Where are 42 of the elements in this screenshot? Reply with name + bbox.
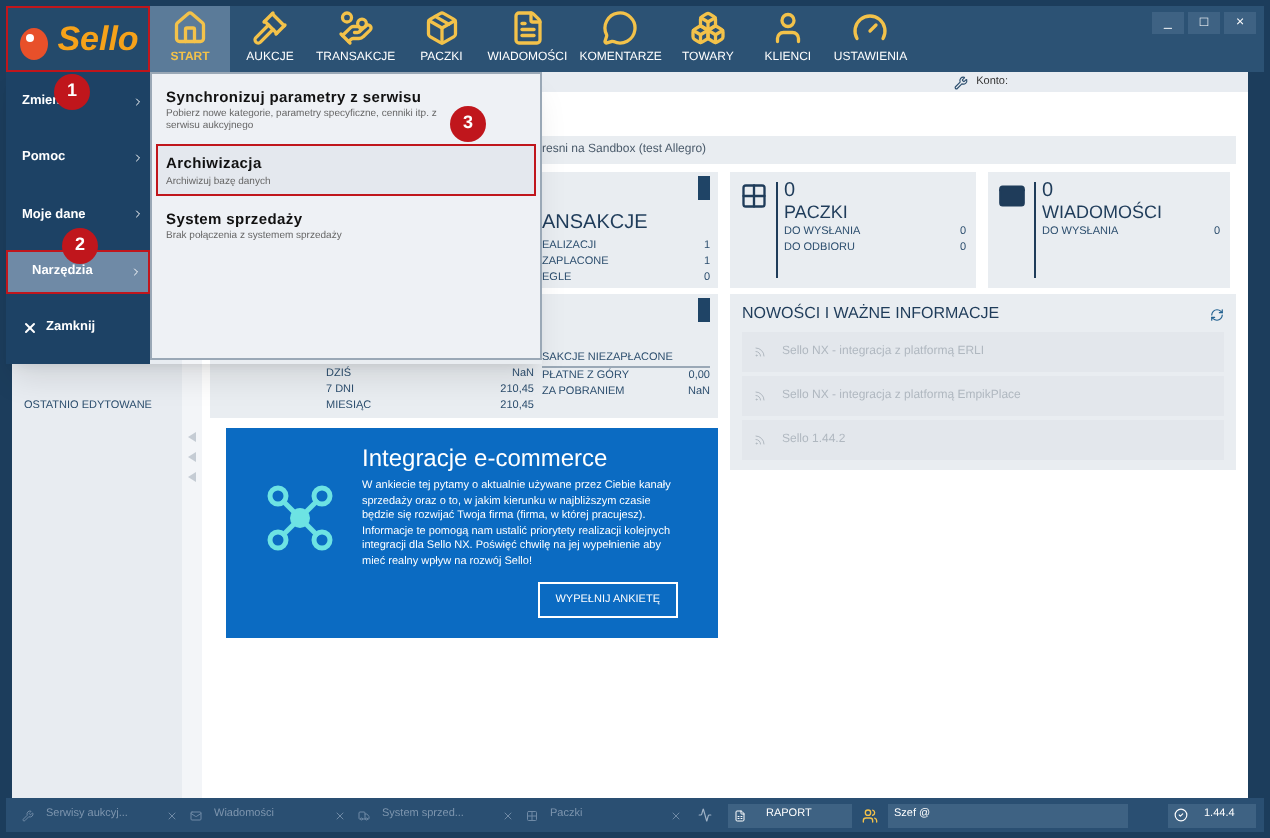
rss-icon bbox=[754, 390, 766, 402]
package-icon bbox=[423, 10, 460, 46]
mail-icon bbox=[190, 809, 202, 821]
boxes-icon bbox=[689, 10, 726, 46]
chevron-icon bbox=[132, 208, 144, 221]
house-icon bbox=[172, 10, 208, 46]
check-icon bbox=[1174, 808, 1188, 822]
network-icon bbox=[266, 484, 334, 552]
users-icon[interactable] bbox=[862, 807, 878, 823]
pulse-icon[interactable] bbox=[698, 808, 712, 822]
document-icon bbox=[734, 809, 746, 821]
grid-icon bbox=[740, 182, 768, 210]
logo[interactable]: Sello bbox=[6, 6, 150, 72]
truck-icon bbox=[358, 809, 370, 821]
wrench-icon[interactable] bbox=[954, 75, 969, 89]
grid-icon bbox=[526, 809, 538, 821]
card-title: WIADOMOŚCI bbox=[1042, 202, 1164, 224]
close-icon[interactable] bbox=[670, 809, 682, 821]
chevron-icon bbox=[132, 152, 144, 165]
card-count: 0 bbox=[784, 182, 798, 202]
chevron-icon bbox=[130, 265, 142, 278]
card-count: 0 bbox=[1042, 182, 1054, 202]
document-icon bbox=[509, 10, 546, 46]
bar-icon bbox=[698, 176, 710, 200]
gauge-icon bbox=[852, 10, 889, 46]
news-title: NOWOŚCI I WAŻNE INFORMACJE bbox=[742, 302, 1000, 326]
chevron-icon bbox=[132, 95, 144, 108]
refresh-icon[interactable] bbox=[1210, 307, 1224, 321]
wrench-icon bbox=[22, 809, 34, 821]
close-icon[interactable] bbox=[502, 809, 514, 821]
rss-icon bbox=[754, 346, 766, 358]
card-title: ANSAKCJE bbox=[542, 210, 650, 238]
close-icon[interactable] bbox=[166, 809, 178, 821]
coins-icon bbox=[337, 10, 374, 46]
close-icon bbox=[22, 320, 38, 337]
rss-icon bbox=[754, 434, 766, 446]
bar-icon bbox=[698, 298, 710, 322]
close-icon[interactable] bbox=[334, 809, 346, 821]
card-title: PACZKI bbox=[784, 202, 850, 224]
speech-bubble-icon bbox=[602, 10, 639, 46]
gavel-icon bbox=[252, 10, 288, 46]
banner-title: Integracje e-commerce bbox=[362, 442, 610, 476]
